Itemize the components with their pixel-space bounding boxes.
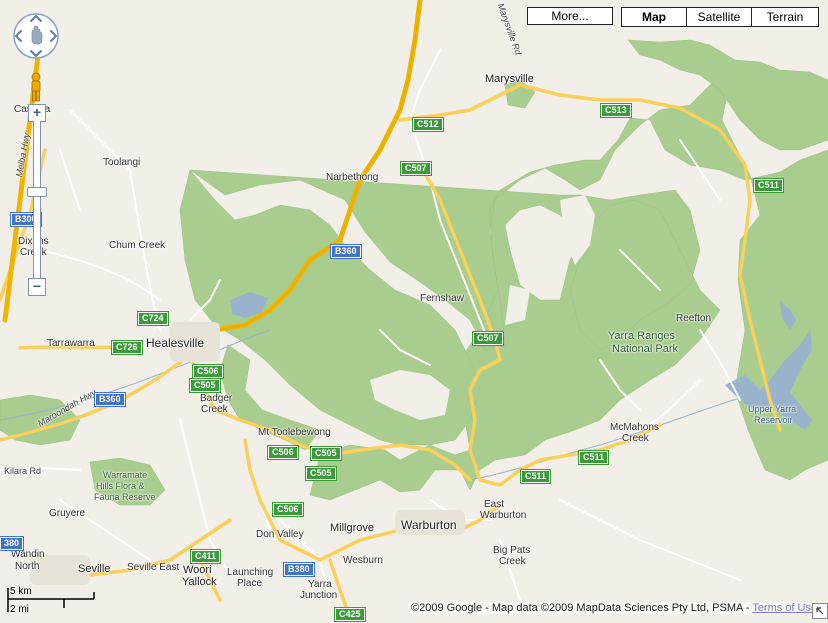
copyright-notice: ©2009 Google - Map data ©2009 MapData Sc… (408, 602, 821, 614)
shield-c507: C507 (400, 161, 432, 176)
place-narbethong: Narbethong (326, 172, 379, 183)
place-big-pats: Big Pats (493, 545, 531, 556)
place-yarra-junction: Junction (300, 590, 338, 601)
shield-c411: C411 (189, 549, 222, 564)
park-yarra-ranges: Yarra Ranges (608, 330, 676, 342)
map-type-selector: Map Satellite Terrain (621, 7, 819, 27)
place-mcmahons-creek: Creek (622, 433, 649, 444)
place-toolangi: Toolangi (103, 157, 141, 168)
place-launching: Launching (227, 567, 274, 578)
place-yarra: Yarra (308, 579, 332, 590)
shield-c513: C513 (600, 103, 632, 118)
place-fernshaw: Fernshaw (420, 293, 464, 304)
place-healesville: Healesville (146, 336, 205, 350)
water-upper-yarra-reservoir: Reservoir (754, 415, 793, 425)
road-kilara-rd: Kilara Rd (4, 466, 42, 476)
shield-b360: B360 (94, 392, 126, 407)
shield-c505: C505 (189, 378, 221, 393)
shield-c506: C506 (192, 364, 224, 379)
shield-c511: C511 (519, 469, 552, 484)
place-launching-place: Place (237, 578, 263, 589)
more-button[interactable]: More... (527, 7, 613, 25)
street-view-pegman-icon[interactable] (29, 72, 43, 102)
map-type-satellite-button[interactable]: Satellite (687, 8, 752, 26)
place-seville-east: Seville East (127, 562, 180, 573)
place-warburton: Warburton (401, 518, 457, 532)
zoom-out-button[interactable]: − (28, 278, 46, 296)
place-millgrove: Millgrove (330, 522, 375, 534)
copyright-text: ©2009 Google - Map data ©2009 MapData Sc… (411, 602, 753, 614)
place-seville: Seville (78, 563, 111, 575)
place-reefton: Reefton (676, 313, 712, 324)
shield-c726: C726 (111, 340, 143, 355)
shield-c506: C506 (272, 502, 304, 517)
place-wandin: Wandin (11, 549, 45, 560)
map-type-terrain-button[interactable]: Terrain (752, 8, 818, 26)
place-east-warburton: Warburton (480, 510, 527, 521)
scale-bar: 5 km 2 mi (6, 586, 96, 615)
place-badger: Badger (200, 393, 233, 404)
place-don-valley: Don Valley (256, 529, 304, 540)
place-woori: Woori (183, 564, 212, 576)
place-wandin-north: North (15, 561, 40, 572)
shield-c425: C425 (334, 607, 366, 622)
place-badger-creek: Creek (201, 404, 228, 415)
shield-b360: B360 (330, 244, 362, 259)
terms-of-use-link[interactable]: Terms of Use (752, 602, 817, 614)
shield-c505: C505 (310, 446, 342, 461)
zoom-slider-handle[interactable] (27, 187, 47, 197)
place-tarrawarra: Tarrawarra (47, 338, 95, 349)
park-warramate-3: Fauna Reserve (94, 492, 156, 502)
shield-c507: C507 (472, 331, 504, 346)
shield-c506: C506 (267, 445, 299, 460)
map-type-map-button[interactable]: Map (622, 8, 687, 26)
park-yarra-ranges-np: National Park (612, 343, 679, 355)
place-mt-toolebewong: Mt Toolebewong (258, 427, 331, 438)
shield-c511: C511 (752, 178, 785, 193)
shield-380: 380 (0, 536, 25, 551)
zoom-slider-track[interactable] (33, 121, 41, 278)
park-warramate-1: Warramate (103, 470, 148, 480)
pan-control[interactable] (12, 12, 60, 60)
zoom-in-button[interactable]: + (28, 104, 46, 122)
shield-c511: C511 (577, 450, 610, 465)
place-woori-yallock: Yallock (182, 576, 217, 588)
place-marysville: Marysville (485, 73, 534, 85)
shield-c505: C505 (305, 466, 337, 481)
place-wesburn: Wesburn (343, 555, 383, 566)
water-upper-yarra: Upper Yarra (748, 404, 797, 414)
shield-c512: C512 (412, 117, 444, 132)
shield-c724: C724 (137, 311, 169, 326)
place-gruyere: Gruyere (49, 508, 86, 519)
place-mcmahons: McMahons (610, 422, 659, 433)
park-warramate-2: Hills Flora & (96, 481, 145, 491)
shield-b380: B380 (283, 562, 315, 577)
place-east: East (484, 499, 505, 510)
place-chum-creek: Chum Creek (109, 240, 166, 251)
overview-map-toggle-icon[interactable] (812, 603, 828, 619)
place-big-pats-creek: Creek (499, 556, 526, 567)
